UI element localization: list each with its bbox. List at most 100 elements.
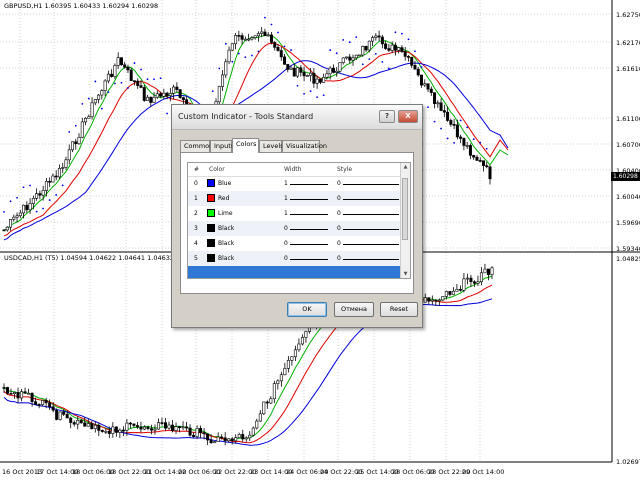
candle-body [468, 145, 472, 156]
ok-button[interactable]: OK [287, 302, 327, 317]
candle-body [354, 54, 358, 59]
psar-dot [309, 90, 312, 93]
psar-dot [48, 199, 51, 201]
candle-body [476, 281, 480, 284]
price-label: 1.59690 [616, 219, 640, 227]
table-row[interactable]: 4 Black 0 0 [188, 236, 402, 251]
scroll-thumb[interactable] [402, 178, 408, 240]
row-width[interactable]: 1 [284, 195, 288, 202]
tab-common[interactable]: Common [180, 140, 213, 152]
psar-dot [387, 67, 390, 70]
candle-body [55, 409, 59, 420]
psar-dot [485, 147, 488, 150]
close-button[interactable]: X [398, 110, 418, 123]
candle-body [110, 73, 114, 77]
candle-body [400, 47, 404, 52]
row-style[interactable]: 0 [337, 225, 341, 232]
candle-body [475, 156, 479, 161]
reset-button[interactable]: Reset [380, 302, 418, 317]
candle-body [25, 204, 29, 211]
candle-body [234, 35, 238, 45]
color-swatch [207, 254, 215, 262]
candle-body [243, 38, 247, 41]
candle-body [44, 400, 48, 404]
candle-body [116, 57, 120, 66]
table-row[interactable]: 5 Black 0 0 [188, 251, 402, 266]
psar-dot [133, 62, 136, 64]
candle-body [309, 72, 313, 76]
candle-body [462, 278, 466, 291]
cancel-button[interactable]: Отмена [334, 302, 374, 317]
psar-dot [16, 196, 18, 199]
scroll-down-icon[interactable]: ▼ [402, 270, 409, 278]
row-width[interactable]: 1 [284, 180, 288, 187]
psar-dot [348, 41, 351, 44]
tab-levels[interactable]: Levels [259, 140, 284, 152]
candle-body [290, 356, 294, 361]
row-style[interactable]: 0 [337, 240, 341, 247]
psar-dot [479, 141, 482, 144]
candle-body [276, 47, 280, 51]
dialog-titlebar[interactable]: Custom Indicator - Tools Standard ? X [172, 105, 422, 130]
candle-body [279, 374, 283, 382]
candle-body [51, 175, 55, 183]
row-width[interactable]: 0 [284, 240, 288, 247]
candle-body [413, 65, 417, 70]
help-button[interactable]: ? [379, 110, 395, 123]
row-color-name: Black [218, 255, 235, 262]
psar-dot [127, 87, 129, 89]
candle-body [35, 193, 39, 199]
candle-body [84, 118, 88, 123]
candle-body [118, 429, 122, 433]
psar-dot [322, 94, 325, 97]
candle-body [293, 349, 297, 357]
row-index: 1 [194, 195, 198, 202]
candle-body [230, 43, 234, 51]
candle-body [258, 413, 262, 422]
candle-body [255, 420, 259, 429]
scroll-up-icon[interactable]: ▲ [402, 163, 409, 171]
candle-body [472, 281, 476, 284]
candle-body [142, 87, 146, 101]
row-style[interactable]: 0 [337, 255, 341, 262]
tab-visualization[interactable]: Visualization [282, 140, 327, 152]
candle-body [128, 422, 132, 425]
row-color-name: Blue [218, 180, 232, 187]
row-style[interactable]: 0 [337, 195, 341, 202]
row-index: 0 [194, 180, 198, 187]
tab-colors[interactable]: Colors [232, 138, 259, 153]
psar-dot [440, 127, 442, 130]
candle-body [113, 65, 117, 77]
table-row[interactable]: 3 Black 0 0 [188, 221, 402, 236]
psar-dot [231, 60, 234, 63]
row-style[interactable]: 0 [337, 210, 341, 217]
row-width[interactable]: 0 [284, 225, 288, 232]
table-row[interactable]: 0 Blue 1 0 [188, 176, 402, 191]
candle-body [38, 193, 42, 196]
candle-body [325, 73, 329, 78]
table-row[interactable]: 1 Red 1 0 [188, 191, 402, 206]
row-width[interactable]: 0 [284, 255, 288, 262]
candle-body [129, 69, 133, 82]
candle-body [163, 422, 167, 429]
psar-dot [87, 97, 90, 100]
candle-body [429, 88, 433, 93]
row-style[interactable]: 0 [337, 180, 341, 187]
candle-body [44, 180, 48, 191]
candle-body [393, 44, 397, 51]
table-scrollbar[interactable]: ▲ ▼ [400, 163, 410, 278]
candle-body [341, 57, 345, 63]
psar-dot [329, 49, 332, 51]
candle-body [469, 277, 473, 283]
candle-body [160, 422, 164, 424]
candle-body [483, 268, 487, 274]
candle-body [153, 428, 157, 431]
row-color-name: Lime [218, 210, 233, 217]
candle-body [472, 155, 476, 158]
candle-body [100, 430, 104, 432]
table-row-selected[interactable] [188, 266, 402, 278]
row-width[interactable]: 1 [284, 210, 288, 217]
tab-inputs[interactable]: Inputs [210, 140, 234, 152]
table-row[interactable]: 2 Lime 1 0 [188, 206, 402, 221]
candle-body [455, 124, 459, 138]
